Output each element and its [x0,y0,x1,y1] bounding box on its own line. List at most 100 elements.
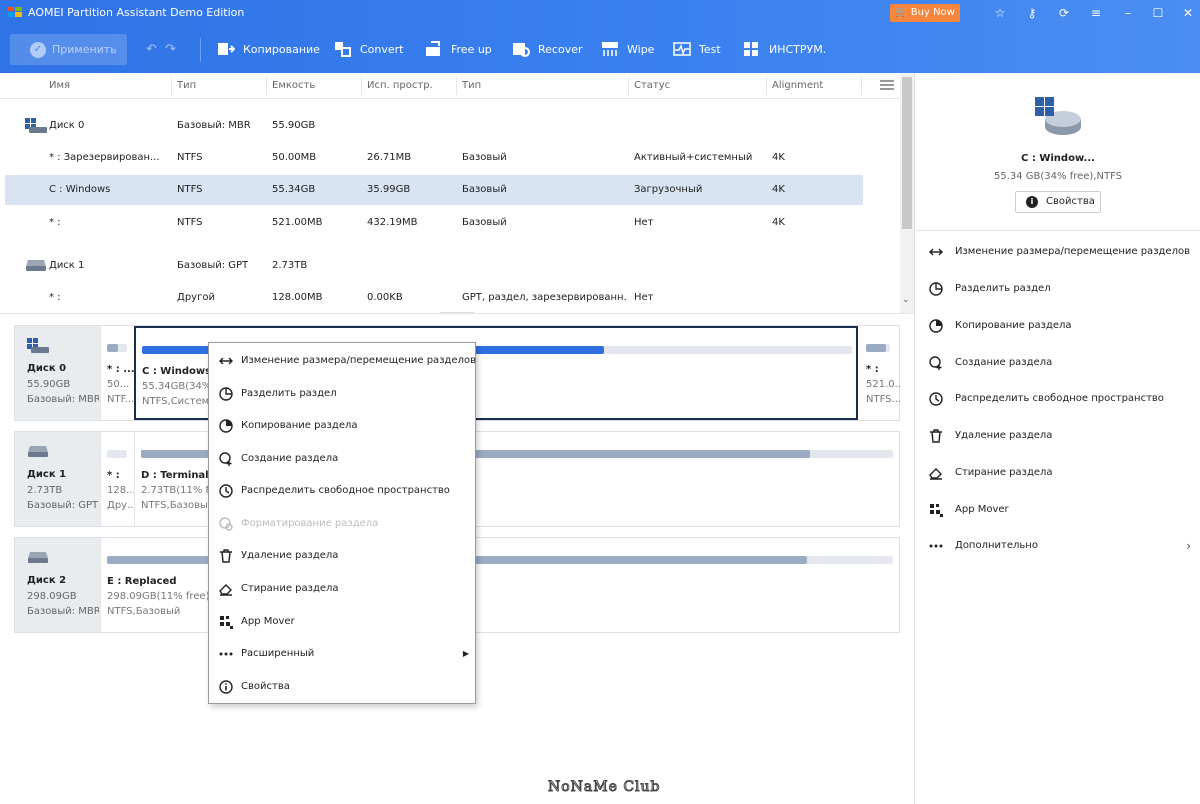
scrollbar-thumb[interactable] [902,77,912,229]
free-up-icon [426,41,440,56]
toolbar-tools[interactable]: ИНСТРУМ. [743,30,826,70]
action-app-mover[interactable]: App Mover [915,495,1200,525]
menu-item-split[interactable]: Разделить раздел [209,378,475,410]
check-icon: ✓ [30,42,46,58]
table-row[interactable]: * : Другой 128.00MB 0.00KB GPT, раздел, … [5,283,863,313]
cell-alignment: 4K [772,152,785,163]
disk-info[interactable]: Диск 2 298.09GB Базовый: MBR [15,538,100,632]
table-row[interactable]: * : NTFS 521.00MB 432.19MB Базовый Нет 4… [5,208,863,238]
toolbar-recover[interactable]: Recover [512,30,583,70]
col-header-ptype[interactable]: Тип [462,80,481,91]
resize-icon [219,357,233,365]
partition-size: 298.09GB(11% free) [107,591,210,602]
action-label: Удаление раздела [955,430,1053,441]
action-allocate[interactable]: Распределить свободное пространство [915,384,1200,414]
col-header-type[interactable]: Тип [177,80,196,91]
menu-item-wipe[interactable]: Стирание раздела [209,573,475,605]
title-bar: AOMEI Partition Assistant Demo Edition 🛒… [0,0,1200,26]
partition-block[interactable]: * : 521.0... NTFS... [860,326,900,420]
toolbar-copy-label: Копирование [243,43,320,56]
col-header-used[interactable]: Исп. простр. [367,80,433,91]
menu-item-create-partition[interactable]: Создание раздела [209,443,475,475]
trash-icon [220,549,232,563]
table-row-disk[interactable]: Диск 1 Базовый: GPT 2.73TB [5,251,863,281]
key-icon[interactable]: ⚷ [1022,4,1042,22]
menu-icon[interactable]: ≡ [1086,4,1106,22]
buy-now-button[interactable]: 🛒 Buy Now [890,4,960,22]
windows-disk-icon [27,338,49,353]
toolbar-test[interactable]: Test [673,30,721,70]
refresh-icon[interactable]: ⟳ [1054,4,1074,22]
redo-icon[interactable]: ↷ [165,42,176,57]
menu-item-app-mover[interactable]: App Mover [209,606,475,638]
table-row-disk[interactable]: Диск 0 Базовый: MBR 55.90GB [5,111,863,141]
chevron-down-icon[interactable]: ⌄ [902,295,910,305]
app-logo-icon [8,7,22,17]
partition-disk-icon [1035,97,1081,135]
action-label: Изменение размера/перемещение разделов [955,246,1190,257]
disk-icon [28,446,48,457]
col-header-status[interactable]: Статус [634,80,670,91]
col-header-alignment[interactable]: Alignment [772,80,823,91]
menu-item-label: Разделить раздел [241,388,337,399]
partition-block[interactable]: * : ... 50... NTF... [100,326,134,420]
eraser-icon [929,468,942,480]
minimize-icon[interactable]: – [1118,4,1138,22]
cell-capacity: 128.00MB [272,292,323,303]
partition-block[interactable]: * : 128... Дру... [100,432,134,526]
undo-icon[interactable]: ↶ [146,42,157,57]
disk-icon [28,552,48,563]
copy-partition-icon [219,419,233,433]
menu-item-resize[interactable]: Изменение размера/перемещение разделов [209,345,476,377]
partition-fs: NTFS... [866,394,900,405]
divider [915,230,1200,231]
toolbar-wipe[interactable]: Wipe [601,30,654,70]
info-icon [219,680,233,694]
app-mover-icon [930,504,943,517]
action-split[interactable]: Разделить раздел [915,274,1200,304]
column-settings-icon[interactable] [880,80,894,90]
menu-item-advanced[interactable]: Расширенный ▶ [209,638,475,670]
close-icon[interactable]: ✕ [1178,4,1198,22]
partition-name: * : ... [107,364,134,375]
usage-bar [866,344,890,352]
action-delete[interactable]: Удаление раздела [915,421,1200,451]
table-scrollbar[interactable]: ⌄ [900,73,914,313]
test-icon [673,42,691,56]
cell-name: Диск 1 [49,260,85,271]
menu-item-properties[interactable]: Свойства [209,671,475,703]
action-create-partition[interactable]: Создание раздела [915,348,1200,378]
toolbar-copy[interactable]: Копирование [217,30,320,70]
table-row-selected[interactable]: C : Windows NTFS 55.34GB 35.99GB Базовый… [5,175,863,205]
disk-info[interactable]: Диск 1 2.73TB Базовый: GPT [15,432,100,526]
col-header-capacity[interactable]: Емкость [272,80,315,91]
action-copy-partition[interactable]: Копирование раздела [915,311,1200,341]
maximize-icon[interactable]: ☐ [1148,4,1168,22]
properties-button[interactable]: i Свойства [1015,191,1101,213]
cell-name: * : [49,217,61,228]
cell-status: Загрузочный [634,184,703,195]
toolbar-convert[interactable]: Convert [334,30,404,70]
cell-ptype: GPT, раздел, зарезервированн... [462,292,627,303]
tools-icon [744,42,758,56]
action-resize[interactable]: Изменение размера/перемещение разделов [915,237,1200,267]
cell-alignment: 4K [772,184,785,195]
disk-info[interactable]: Диск 0 55.90GB Базовый: MBR [15,326,100,420]
star-icon[interactable]: ☆ [990,4,1010,22]
action-label: Разделить раздел [955,283,1051,294]
menu-item-copy-partition[interactable]: Копирование раздела [209,410,475,442]
col-header-name[interactable]: Имя [49,80,70,91]
cell-type: Базовый: GPT [177,260,249,271]
context-menu: Изменение размера/перемещение разделов Р… [208,342,476,704]
toolbar-free-up[interactable]: Free up [425,30,492,70]
col-separator [628,77,629,95]
table-row[interactable]: * : Зарезервирован... NTFS 50.00MB 26.71… [5,143,863,173]
action-more[interactable]: Дополнительно › [915,531,1200,561]
disk-size: 298.09GB [27,591,77,602]
menu-item-allocate[interactable]: Распределить свободное пространство [209,475,475,507]
col-separator [266,77,267,95]
action-wipe[interactable]: Стирание раздела [915,458,1200,488]
partition-name: * : [866,364,879,375]
menu-item-delete[interactable]: Удаление раздела [209,540,475,572]
apply-button[interactable]: ✓ Применить [10,34,127,65]
